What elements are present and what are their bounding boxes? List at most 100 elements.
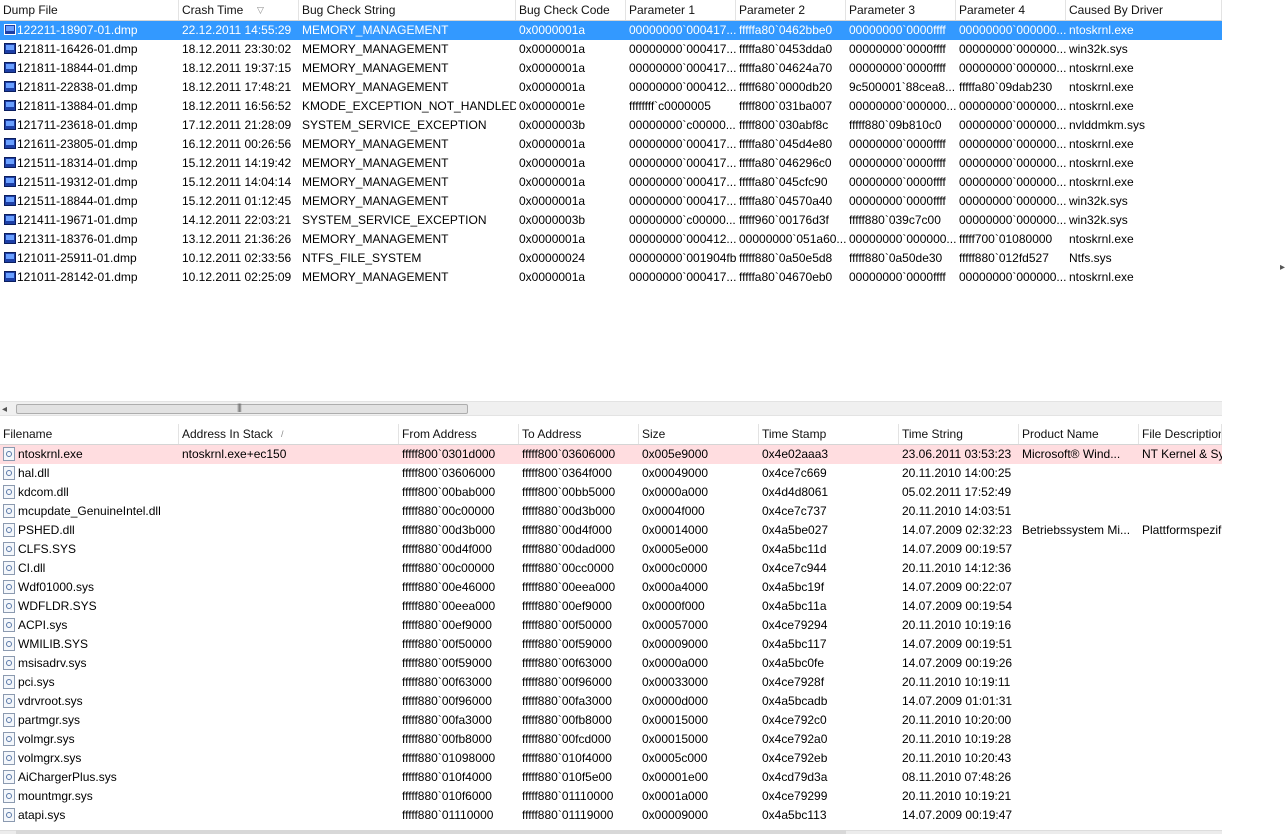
module-cell-time-string: 05.02.2011 17:52:49: [902, 485, 1012, 499]
module-row[interactable]: WDFLDR.SYS fffff880`00eea000 fffff880`00ef…: [0, 597, 1222, 616]
crash-cell-parameter-3: 00000000`000000...: [849, 99, 956, 113]
module-cell-address-in-stack: [179, 692, 399, 711]
module-cell-product-name: [1019, 502, 1139, 521]
module-cell-time-stamp: 0x4a5bc0fe: [762, 656, 825, 670]
crash-cell-caused-by-driver: ntoskrnl.exe: [1069, 137, 1134, 151]
crash-column-header-caused-by-driver[interactable]: Caused By Driver: [1066, 0, 1222, 20]
module-row[interactable]: pci.sys fffff880`00f63000 fffff880`00f9600…: [0, 673, 1222, 692]
module-row[interactable]: ACPI.sys fffff880`00ef9000 fffff880`00f500…: [0, 616, 1222, 635]
crash-cell-bug-check-code: 0x0000001e: [519, 99, 586, 113]
module-row[interactable]: vdrvroot.sys fffff880`00f96000 fffff880`00…: [0, 692, 1222, 711]
module-cell-from-address: fffff800`0301d000: [402, 447, 496, 461]
crash-row[interactable]: 121011-25911-01.dmp 10.12.2011 02:33:56 NT…: [0, 249, 1222, 268]
module-cell-file-description: [1139, 635, 1222, 654]
crash-column-header-parameter-3[interactable]: Parameter 3: [846, 0, 956, 20]
crash-cell-parameter-2: fffff800`031ba007: [739, 99, 833, 113]
crash-cell-parameter-3: 00000000`0000ffff: [849, 42, 946, 56]
pane-splitter[interactable]: [0, 417, 1222, 423]
module-cell-to-address: fffff880`00f63000: [522, 656, 612, 670]
module-file-icon: [3, 504, 15, 518]
crash-row[interactable]: 121411-19671-01.dmp 14.12.2011 22:03:21 SY…: [0, 211, 1222, 230]
scrollbar-thumb[interactable]: |||: [16, 402, 468, 414]
crash-row[interactable]: 121811-16426-01.dmp 18.12.2011 23:30:02 ME…: [0, 40, 1222, 59]
module-file-icon: [3, 561, 15, 575]
module-row[interactable]: Wdf01000.sys fffff880`00e46000 fffff880`00…: [0, 578, 1222, 597]
module-column-header-to-address[interactable]: To Address: [519, 424, 639, 444]
module-row[interactable]: kdcom.dll fffff800`00bab000 fffff800`00bb5…: [0, 483, 1222, 502]
crash-cell-parameter-1: 00000000`000417...: [629, 156, 736, 170]
module-row[interactable]: ntoskrnl.exe ntoskrnl.exe+ec150 fffff800`0…: [0, 445, 1222, 464]
module-row[interactable]: PSHED.dll fffff880`00d3b000 fffff880`00d4f…: [0, 521, 1222, 540]
module-cell-from-address: fffff880`00d4f000: [402, 542, 492, 556]
module-cell-address-in-stack: ntoskrnl.exe+ec150: [182, 447, 287, 461]
module-row[interactable]: msisadrv.sys fffff880`00f59000 fffff880`00…: [0, 654, 1222, 673]
crash-cell-bug-check-code: 0x0000001a: [519, 156, 586, 170]
module-column-header-filename[interactable]: Filename: [0, 424, 179, 444]
crash-row[interactable]: 121811-13884-01.dmp 18.12.2011 16:56:52 KM…: [0, 97, 1222, 116]
module-cell-filename: ntoskrnl.exe: [18, 447, 83, 461]
crash-cell-parameter-1: 00000000`000417...: [629, 137, 736, 151]
crash-cell-parameter-1: 00000000`000412...: [629, 232, 736, 246]
module-cell-filename: hal.dll: [18, 466, 50, 480]
module-cell-time-string: 20.11.2010 10:19:11: [902, 675, 1011, 689]
module-cell-size: 0x00014000: [642, 523, 709, 537]
module-cell-from-address: fffff880`00f59000: [402, 656, 492, 670]
crash-row[interactable]: 121511-18844-01.dmp 15.12.2011 01:12:45 ME…: [0, 192, 1222, 211]
crash-cell-crash-time: 10.12.2011 02:25:09: [182, 270, 292, 284]
module-column-header-file-description[interactable]: File Description: [1139, 424, 1222, 444]
module-cell-size: 0x00015000: [642, 732, 709, 746]
crash-row[interactable]: 121811-18844-01.dmp 18.12.2011 19:37:15 ME…: [0, 59, 1222, 78]
module-row[interactable]: volmgr.sys fffff880`00fb8000 fffff880`00fc…: [0, 730, 1222, 749]
crash-column-header-bug-check-code[interactable]: Bug Check Code: [516, 0, 626, 20]
module-column-header-from-address[interactable]: From Address: [399, 424, 519, 444]
module-cell-time-string: 20.11.2010 10:19:21: [902, 789, 1012, 803]
module-row[interactable]: CI.dll fffff880`00c00000 fffff880`00cc0000…: [0, 559, 1222, 578]
crash-row[interactable]: 121611-23805-01.dmp 16.12.2011 00:26:56 ME…: [0, 135, 1222, 154]
module-cell-to-address: fffff880`010f4000: [522, 751, 612, 765]
module-cell-time-stamp: 0x4ce7c944: [762, 561, 827, 575]
crash-row[interactable]: 121311-18376-01.dmp 13.12.2011 21:36:26 ME…: [0, 230, 1222, 249]
module-cell-time-stamp: 0x4a5bc113: [762, 808, 827, 822]
module-row[interactable]: WMILIB.SYS fffff880`00f50000 fffff880`00f5…: [0, 635, 1222, 654]
crash-column-header-bug-check-string[interactable]: Bug Check String: [299, 0, 516, 20]
module-column-header-size[interactable]: Size: [639, 424, 759, 444]
module-row[interactable]: partmgr.sys fffff880`00fa3000 fffff880`00f…: [0, 711, 1222, 730]
module-column-header-product-name[interactable]: Product Name: [1019, 424, 1139, 444]
module-file-icon: [3, 485, 15, 499]
horizontal-scrollbar[interactable]: ◂ |||: [0, 401, 1222, 416]
module-row[interactable]: atapi.sys fffff880`01110000 fffff880`01119…: [0, 806, 1222, 825]
module-cell-from-address: fffff880`00fa3000: [402, 713, 492, 727]
module-cell-product-name: [1019, 768, 1139, 787]
crash-column-header-parameter-4[interactable]: Parameter 4: [956, 0, 1066, 20]
scroll-left-icon[interactable]: ◂: [2, 403, 7, 416]
module-cell-from-address: fffff880`00f96000: [402, 694, 492, 708]
crash-row[interactable]: 121511-18314-01.dmp 15.12.2011 14:19:42 ME…: [0, 154, 1222, 173]
module-row[interactable]: hal.dll fffff800`03606000 fffff800`0364f00…: [0, 464, 1222, 483]
module-cell-file-description: [1139, 692, 1222, 711]
module-row[interactable]: AiChargerPlus.sys fffff880`010f4000 fffff8…: [0, 768, 1222, 787]
module-cell-to-address: fffff880`00d4f000: [522, 523, 612, 537]
module-column-header-time-string[interactable]: Time String: [899, 424, 1019, 444]
module-cell-time-string: 14.07.2009 00:19:47: [902, 808, 1013, 822]
module-column-header-time-stamp[interactable]: Time Stamp: [759, 424, 899, 444]
crash-row[interactable]: 122211-18907-01.dmp 22.12.2011 14:55:29 ME…: [0, 21, 1222, 40]
crash-cell-bug-check-string: MEMORY_MANAGEMENT: [302, 23, 449, 37]
crash-column-header-dump-file[interactable]: Dump File: [0, 0, 179, 20]
module-cell-from-address: fffff800`03606000: [402, 466, 496, 480]
crash-column-header-crash-time[interactable]: Crash Time: [179, 0, 299, 20]
module-cell-product-name: [1019, 540, 1139, 559]
crash-column-header-parameter-2[interactable]: Parameter 2: [736, 0, 846, 20]
crash-row[interactable]: 121711-23618-01.dmp 17.12.2011 21:28:09 SY…: [0, 116, 1222, 135]
crash-row[interactable]: 121011-28142-01.dmp 10.12.2011 02:25:09 ME…: [0, 268, 1222, 287]
module-row[interactable]: mcupdate_GenuineIntel.dll fffff880`00c000…: [0, 502, 1222, 521]
crash-row[interactable]: 121811-22838-01.dmp 18.12.2011 17:48:21 ME…: [0, 78, 1222, 97]
module-file-icon: [3, 770, 15, 784]
module-row[interactable]: mountmgr.sys fffff880`010f6000 fffff880`01…: [0, 787, 1222, 806]
crash-row[interactable]: 121511-19312-01.dmp 15.12.2011 14:04:14 ME…: [0, 173, 1222, 192]
crash-cell-parameter-4: fffff880`012fd527: [959, 251, 1049, 265]
module-row[interactable]: CLFS.SYS fffff880`00d4f000 fffff880`00dad0…: [0, 540, 1222, 559]
module-column-header-address-in-stack[interactable]: Address In Stack: [179, 424, 399, 444]
module-row[interactable]: volmgrx.sys fffff880`01098000 fffff880`010…: [0, 749, 1222, 768]
crash-column-header-parameter-1[interactable]: Parameter 1: [626, 0, 736, 20]
module-scrollbar-thumb[interactable]: [16, 830, 846, 834]
